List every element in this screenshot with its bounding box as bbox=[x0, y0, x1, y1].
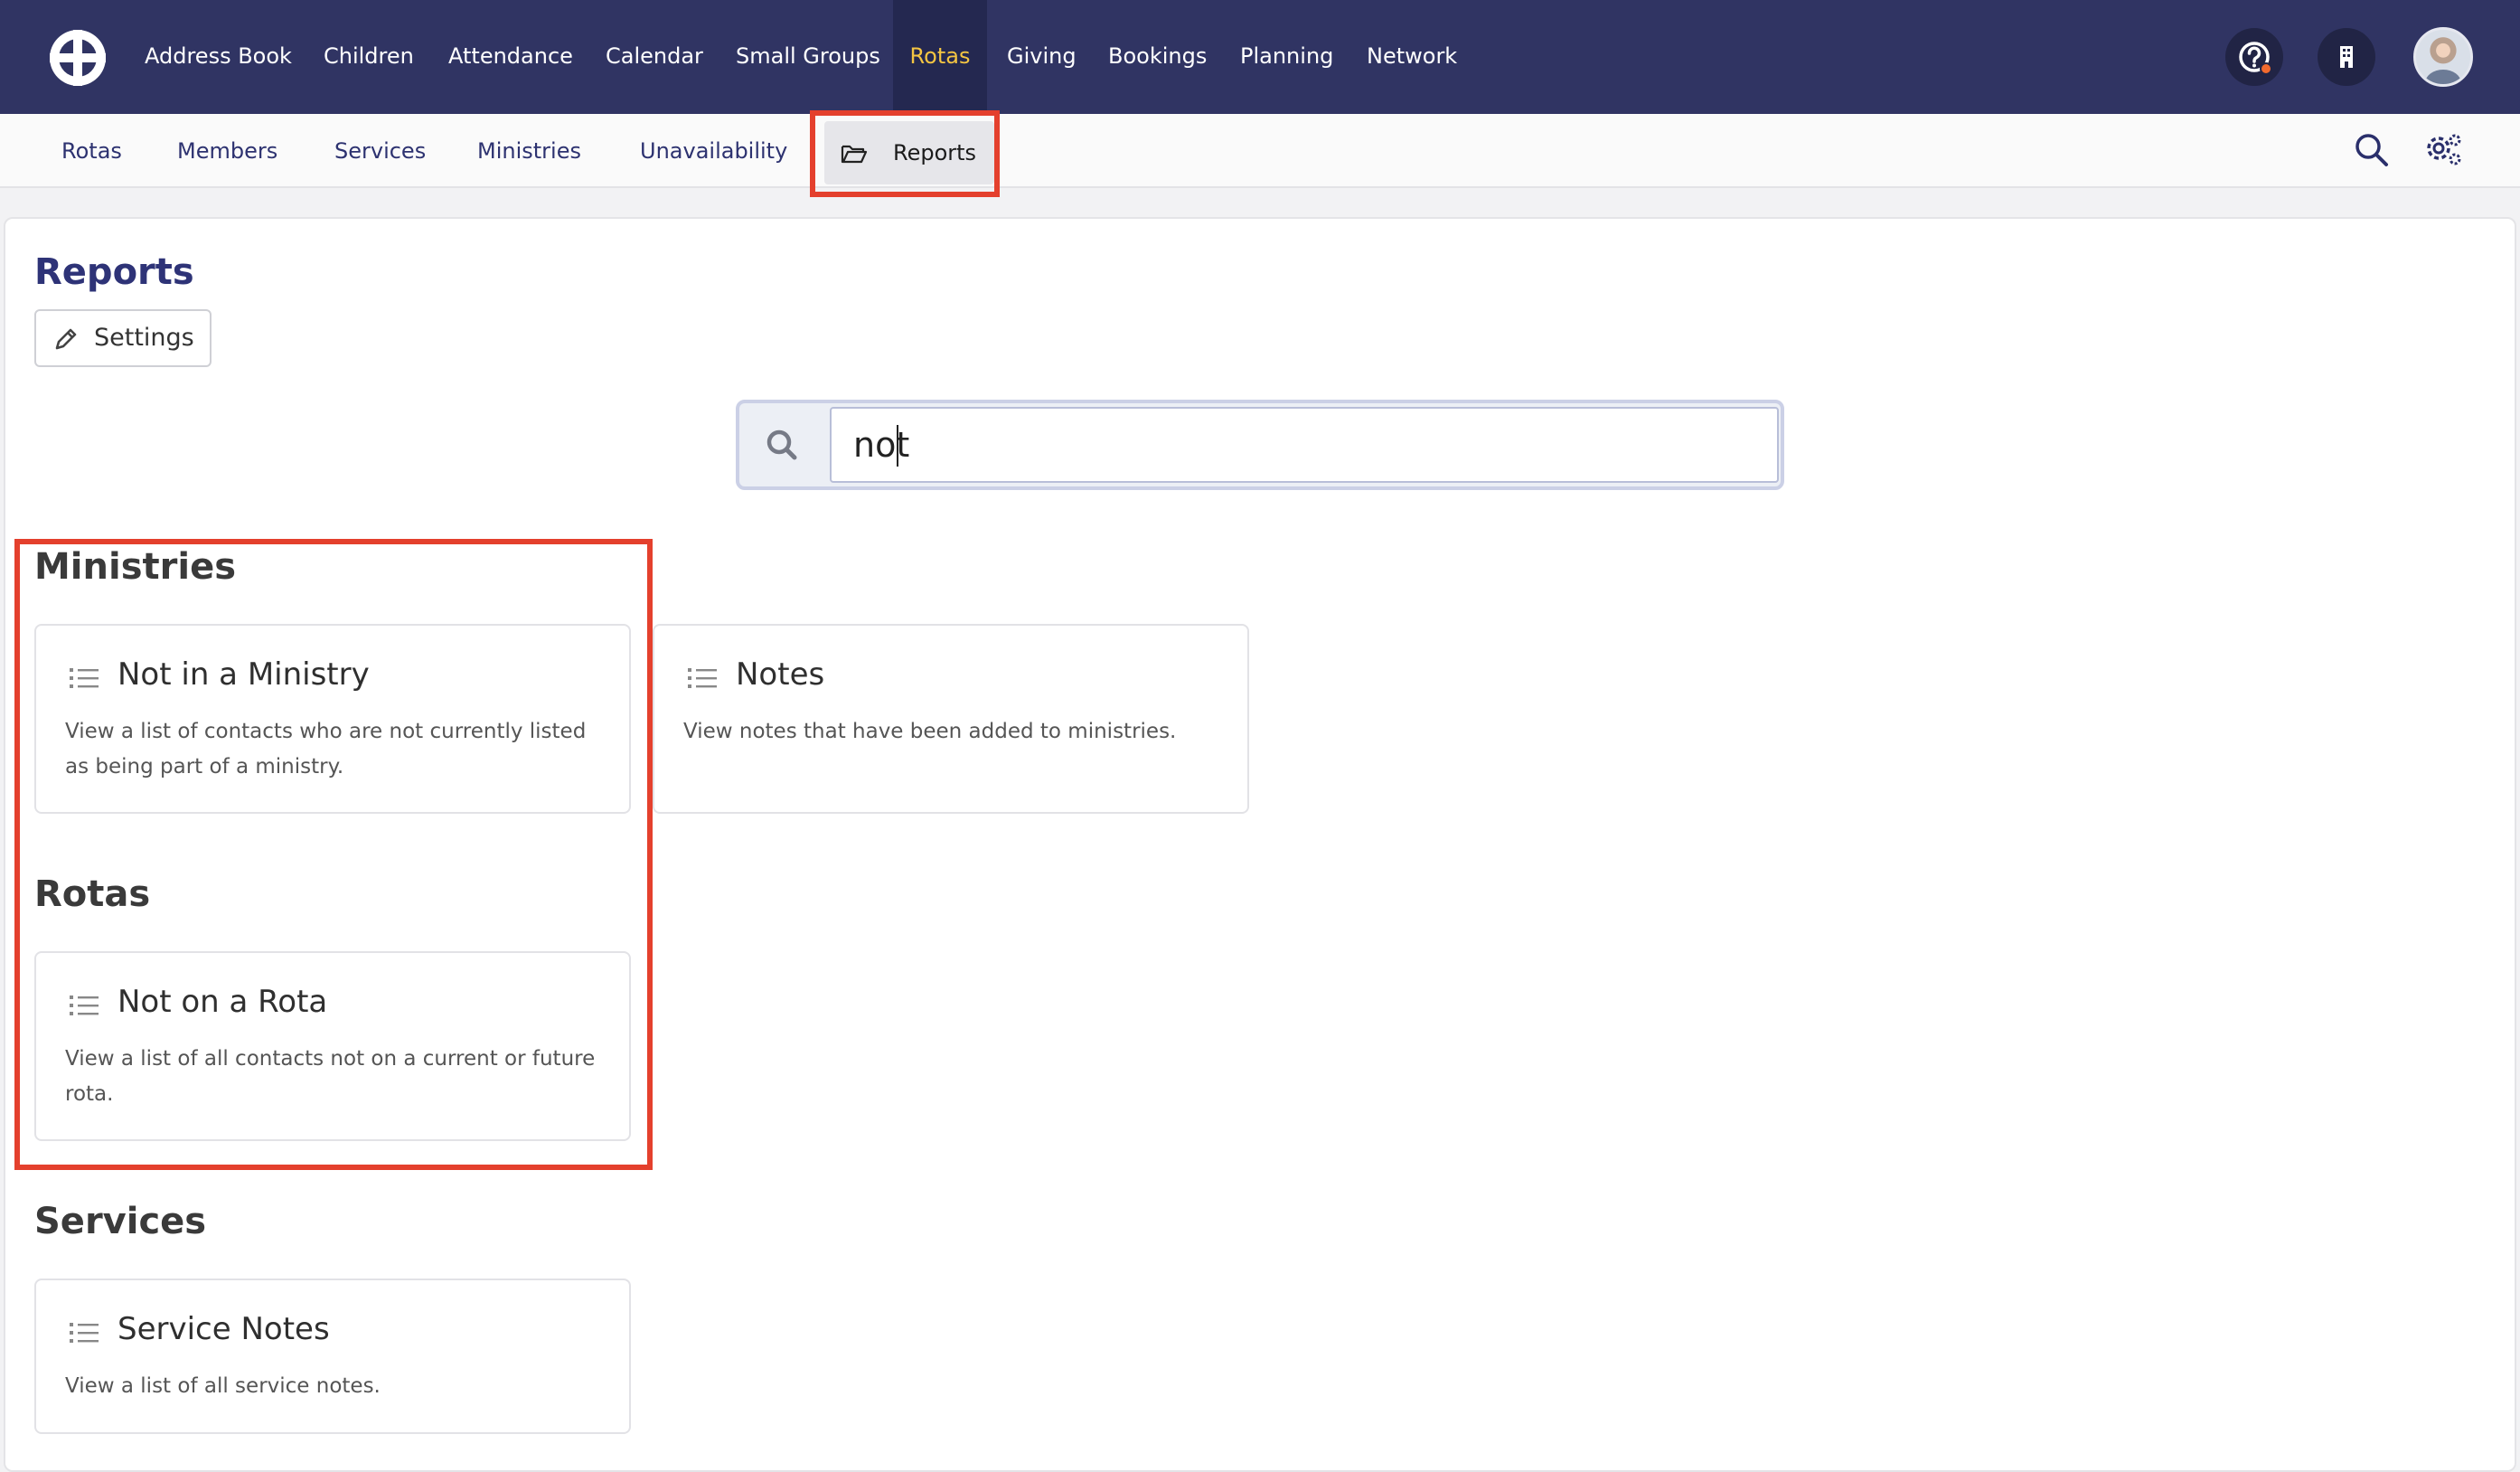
settings-button[interactable]: Settings bbox=[34, 309, 212, 367]
card-title: Service Notes bbox=[118, 1311, 330, 1347]
nav-bookings[interactable]: Bookings bbox=[1108, 0, 1207, 114]
report-card-notes[interactable]: Notes View notes that have been added to… bbox=[653, 624, 1249, 814]
user-avatar[interactable] bbox=[2413, 27, 2473, 87]
page-title: Reports bbox=[34, 251, 194, 293]
organisation-button[interactable] bbox=[2318, 28, 2375, 86]
nav-address-book[interactable]: Address Book bbox=[145, 0, 292, 114]
rotas-sub-navigation: Rotas Members Services Ministries Unavai… bbox=[0, 114, 2520, 188]
nav-rotas[interactable]: Rotas bbox=[893, 0, 987, 114]
section-title-services: Services bbox=[34, 1201, 207, 1242]
settings-gear-icon[interactable] bbox=[2422, 128, 2466, 172]
report-card-service-notes[interactable]: Service Notes View a list of all service… bbox=[34, 1279, 631, 1434]
settings-button-label: Settings bbox=[94, 324, 194, 352]
subnav-rotas[interactable]: Rotas bbox=[61, 114, 122, 188]
card-title: Notes bbox=[736, 656, 825, 693]
search-icon[interactable] bbox=[2350, 128, 2393, 172]
nav-small-groups[interactable]: Small Groups bbox=[736, 0, 880, 114]
nav-network[interactable]: Network bbox=[1367, 0, 1457, 114]
search-field-icon bbox=[766, 429, 797, 460]
card-description: View a list of all service notes. bbox=[65, 1374, 381, 1398]
list-icon bbox=[70, 1323, 99, 1343]
subnav-ministries[interactable]: Ministries bbox=[477, 114, 581, 188]
report-search-box bbox=[736, 400, 1784, 490]
nav-attendance[interactable]: Attendance bbox=[448, 0, 573, 114]
card-description: View notes that have been added to minis… bbox=[683, 720, 1177, 743]
help-icon bbox=[2239, 42, 2272, 75]
pencil-icon bbox=[55, 328, 77, 350]
subnav-members[interactable]: Members bbox=[177, 114, 277, 188]
subnav-services[interactable]: Services bbox=[334, 114, 426, 188]
report-search-input[interactable] bbox=[830, 407, 1779, 483]
avatar-silhouette bbox=[2425, 70, 2461, 84]
nav-planning[interactable]: Planning bbox=[1240, 0, 1333, 114]
help-button[interactable] bbox=[2225, 28, 2283, 86]
reports-tab-highlight bbox=[810, 110, 1000, 197]
results-highlight bbox=[14, 539, 653, 1170]
building-icon bbox=[2340, 46, 2353, 68]
nav-giving[interactable]: Giving bbox=[1007, 0, 1077, 114]
text-caret bbox=[897, 425, 898, 467]
nav-calendar[interactable]: Calendar bbox=[606, 0, 703, 114]
top-navigation-bar: Address Book Children Attendance Calenda… bbox=[0, 0, 2520, 114]
subnav-unavailability[interactable]: Unavailability bbox=[640, 114, 787, 188]
list-icon bbox=[688, 668, 717, 688]
nav-children[interactable]: Children bbox=[324, 0, 414, 114]
app-logo-icon[interactable] bbox=[47, 27, 108, 89]
